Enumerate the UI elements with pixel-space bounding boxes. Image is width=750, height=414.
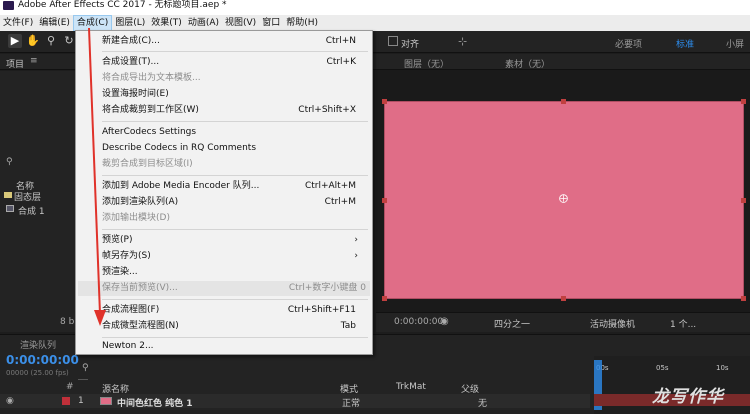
- composition-frame-solid[interactable]: ⨁: [382, 99, 746, 301]
- align-checkbox[interactable]: [388, 36, 398, 46]
- window-title: Adobe After Effects CC 2017 - 无标题项目.aep …: [18, 0, 227, 10]
- folder-icon: [4, 192, 12, 198]
- layer-number: 1: [78, 396, 84, 406]
- menu-item-add-output-module: 添加输出模块(D): [102, 213, 170, 223]
- menu-item-composition-flowchart[interactable]: 合成流程图(F) Ctrl+Shift+F11: [102, 303, 360, 318]
- panel-menu-icon[interactable]: ≡: [30, 56, 38, 66]
- divider: [102, 337, 368, 338]
- layer-parent-dropdown[interactable]: 无: [478, 396, 487, 409]
- solid-swatch-icon: [100, 397, 112, 405]
- anchor-point-icon[interactable]: ⨁: [559, 194, 568, 204]
- viewer-control-bar: 0:00:00:00 ◉ 四分之一 活动摄像机 1 个...: [376, 312, 750, 332]
- menu-item-new-composition[interactable]: 新建合成(C)... Ctrl+N: [102, 34, 360, 49]
- annotation-arrow-icon: [88, 27, 106, 326]
- menu-effect[interactable]: 效果(T): [148, 15, 185, 31]
- viewer-timecode[interactable]: 0:00:00:00: [394, 317, 443, 327]
- zoom-tool-icon[interactable]: ⚲: [44, 34, 58, 48]
- divider: [102, 229, 368, 230]
- title-bar: Adobe After Effects CC 2017 - 无标题项目.aep …: [0, 0, 750, 15]
- snap-icon[interactable]: ⊹: [458, 35, 467, 48]
- menu-item-trim-to-work-area[interactable]: 将合成裁剪到工作区(W) Ctrl+Shift+X: [102, 103, 360, 118]
- menu-item-crop-to-region: 裁剪合成到目标区域(I): [102, 159, 193, 169]
- menu-item-save-frame-as[interactable]: 帧另存为(S) ›: [102, 249, 360, 264]
- menu-item-set-poster-time[interactable]: 设置海报时间(E): [102, 87, 360, 102]
- transform-handle[interactable]: [741, 198, 746, 203]
- menu-item-save-current-preview: 保存当前预览(V)... Ctrl+数字小键盘 0: [78, 281, 370, 296]
- hand-tool-icon[interactable]: ✋: [26, 34, 40, 48]
- menu-bar: 文件(F) 编辑(E) 合成(C) 图层(L) 效果(T) 动画(A) 视图(V…: [0, 15, 750, 31]
- menu-window[interactable]: 窗口: [259, 15, 283, 31]
- project-panel: ⚲ 名称 固态层 合成 1: [0, 71, 76, 312]
- divider: [102, 121, 368, 122]
- project-item-solids-folder[interactable]: 固态层: [14, 190, 41, 203]
- composition-icon: [6, 205, 14, 212]
- ruler-label: 05s: [656, 364, 669, 372]
- trkmat-column: TrkMat: [396, 382, 426, 392]
- search-icon[interactable]: ⚲: [6, 157, 13, 167]
- menu-item-preview[interactable]: 预览(P) ›: [102, 233, 360, 248]
- project-footer-bar: 8 b: [0, 312, 76, 332]
- transform-handle[interactable]: [741, 296, 746, 301]
- tab-project[interactable]: 项目: [6, 57, 24, 70]
- transform-handle[interactable]: [741, 99, 746, 104]
- timeline-layer-row[interactable]: ◉ 1 中间色红色 纯色 1 正常 无: [0, 394, 590, 409]
- transform-handle[interactable]: [382, 296, 387, 301]
- menu-item-describe-codecs[interactable]: Describe Codecs in RQ Comments: [102, 141, 360, 156]
- visibility-eye-icon[interactable]: ◉: [6, 396, 14, 406]
- after-effects-app-icon: [3, 1, 14, 10]
- timeline-search-icon[interactable]: ⚲: [82, 363, 89, 373]
- transform-handle[interactable]: [382, 99, 387, 104]
- menu-item-add-to-render-queue[interactable]: 添加到渲染队列(A) Ctrl+M: [102, 195, 360, 210]
- watermark-text: 龙写作华: [652, 387, 724, 407]
- menu-view[interactable]: 视图(V): [222, 15, 259, 31]
- divider: [78, 379, 88, 380]
- layer-label-color[interactable]: [62, 397, 70, 405]
- transform-handle[interactable]: [561, 99, 566, 104]
- camera-dropdown[interactable]: 活动摄像机: [590, 317, 635, 330]
- menu-item-newton[interactable]: Newton 2...: [102, 339, 360, 354]
- workspace-essentials[interactable]: 必要项: [615, 37, 642, 50]
- align-label: 对齐: [401, 40, 420, 50]
- menu-item-add-to-media-encoder[interactable]: 添加到 Adobe Media Encoder 队列... Ctrl+Alt+M: [102, 179, 360, 194]
- divider: [102, 299, 368, 300]
- menu-animation[interactable]: 动画(A): [185, 15, 222, 31]
- frame-rate-label: 00000 (25.00 fps): [6, 369, 69, 377]
- layer-name[interactable]: 中间色红色 纯色 1: [117, 396, 193, 409]
- project-item-comp1[interactable]: 合成 1: [18, 204, 45, 217]
- transform-handle[interactable]: [561, 296, 566, 301]
- layer-mode-dropdown[interactable]: 正常: [342, 396, 360, 409]
- layer-number-column: #: [66, 382, 74, 392]
- divider: [102, 51, 368, 52]
- workspace-standard[interactable]: 标准: [676, 37, 694, 50]
- rotate-tool-icon[interactable]: ↻: [62, 34, 76, 48]
- menu-item-aftercodecs-settings[interactable]: AfterCodecs Settings: [102, 125, 360, 140]
- menu-file[interactable]: 文件(F): [0, 15, 36, 31]
- menu-item-composition-settings[interactable]: 合成设置(T)... Ctrl+K: [102, 55, 360, 70]
- menu-item-mini-flowchart[interactable]: 合成微型流程图(N) Tab: [102, 319, 360, 334]
- menu-item-export-text-template: 将合成导出为文本模板...: [102, 73, 201, 83]
- submenu-arrow-icon: ›: [354, 251, 358, 261]
- tab-footage-none[interactable]: 素材（无）: [505, 57, 550, 70]
- divider: [102, 175, 368, 176]
- ruler-label: 10s: [716, 364, 729, 372]
- menu-layer[interactable]: 图层(L): [112, 15, 148, 31]
- menu-help[interactable]: 帮助(H): [283, 15, 321, 31]
- composition-menu-dropdown: 新建合成(C)... Ctrl+N 合成设置(T)... Ctrl+K 将合成导出为…: [75, 30, 373, 355]
- submenu-arrow-icon: ›: [354, 235, 358, 245]
- snapshot-icon[interactable]: ◉: [440, 316, 449, 327]
- transform-handle[interactable]: [382, 198, 387, 203]
- selection-tool-icon[interactable]: ▶: [8, 34, 22, 48]
- bit-depth-label[interactable]: 8 b: [60, 317, 74, 327]
- workspace-small-screen[interactable]: 小屏: [726, 37, 744, 50]
- menu-edit[interactable]: 编辑(E): [36, 15, 73, 31]
- views-dropdown[interactable]: 1 个...: [670, 317, 696, 330]
- current-time-display[interactable]: 0:00:00:00: [6, 353, 79, 367]
- tab-layer-none[interactable]: 图层（无）: [404, 57, 449, 70]
- menu-item-pre-render[interactable]: 预渲染...: [102, 265, 360, 280]
- resolution-dropdown[interactable]: 四分之一: [494, 317, 530, 330]
